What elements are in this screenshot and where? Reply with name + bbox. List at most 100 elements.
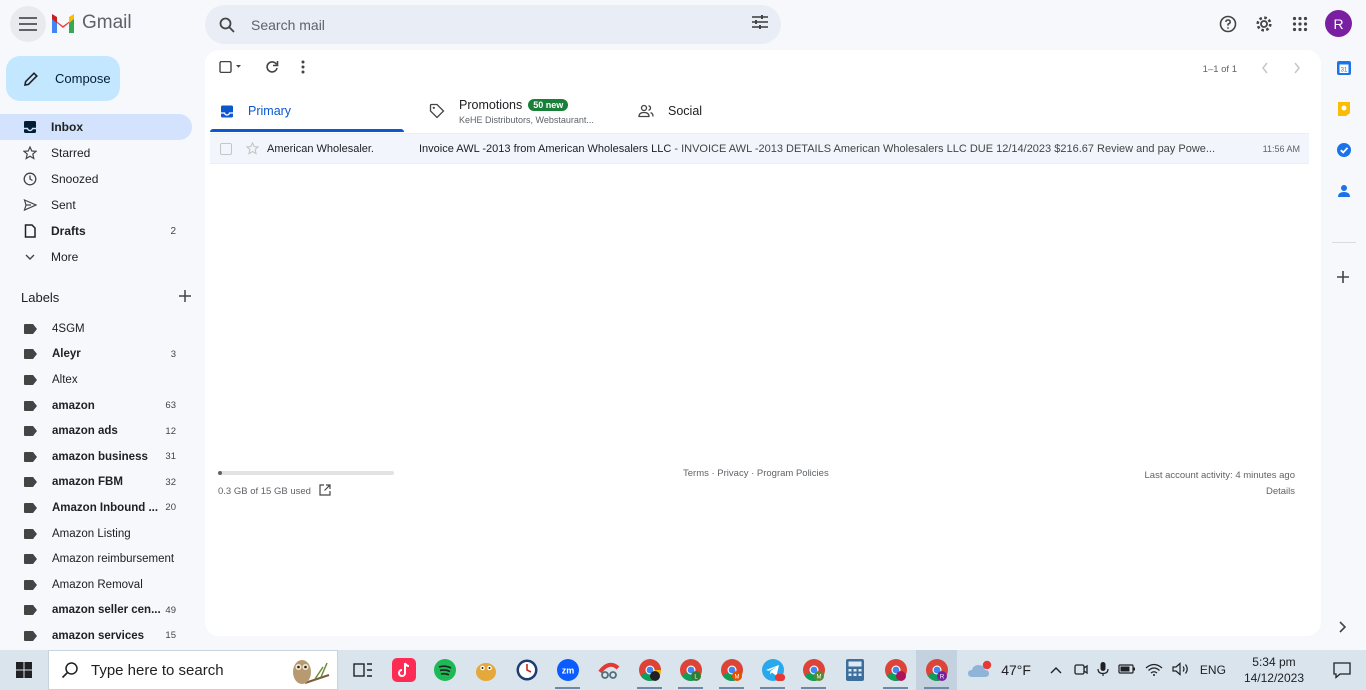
label-count: 12 [165,425,176,437]
tab-promotions[interactable]: Promotions 50 new KeHE Distributors, Web… [419,90,628,132]
start-button[interactable] [0,650,48,690]
meet-now-icon[interactable] [1072,661,1088,680]
task-view-icon[interactable] [342,650,383,690]
battery-icon[interactable] [1118,662,1136,679]
tab-primary[interactable]: Primary [210,90,419,132]
input-language[interactable]: ENG [1200,663,1226,677]
sidebar-item-label: Drafts [51,224,86,238]
label-count: 49 [165,604,176,616]
compose-button[interactable]: Compose [6,56,120,101]
chrome-profile-s-icon[interactable] [875,650,916,690]
sidebar-item-more[interactable]: More [0,244,192,270]
next-page-icon[interactable] [1293,62,1301,77]
calculator-icon[interactable] [834,650,875,690]
side-panel-apps: 31 [1330,60,1358,202]
label-item[interactable]: amazon business 31 [0,444,192,470]
label-name: Amazon reimbursement [52,553,175,566]
gmail-logo-text: Gmail [82,12,132,33]
add-addon-icon[interactable] [1335,269,1351,288]
wifi-icon[interactable] [1145,662,1163,679]
taskbar-clock[interactable]: 5:34 pm 14/12/2023 [1244,654,1304,686]
snipping-tool-icon[interactable] [588,650,629,690]
sidebar-item-snoozed[interactable]: Snoozed [0,166,192,192]
label-tag-icon [24,502,37,513]
footer-links[interactable]: Terms · Privacy · Program Policies [683,468,829,479]
label-tag-icon [24,451,37,462]
spotify-icon[interactable] [424,650,465,690]
storage-meter: 0.3 GB of 15 GB used [218,471,394,499]
sidebar-item-sent[interactable]: Sent [0,192,192,218]
label-item[interactable]: amazon ads 12 [0,418,192,444]
gmail-logo[interactable]: Gmail [50,12,132,34]
contacts-icon[interactable] [1337,183,1351,202]
show-hidden-icons-icon[interactable] [1049,662,1063,678]
header-actions: R [1217,10,1352,37]
refresh-icon[interactable] [265,60,279,74]
sidebar-nav: Inbox Starred Snoozed Sent Drafts 2 More [0,114,200,270]
sidebar-item-label: More [51,250,79,264]
search-options-icon[interactable] [751,14,769,33]
settings-gear-icon[interactable] [1253,13,1275,35]
label-name: Aleyr [52,348,81,361]
prev-page-icon[interactable] [1261,62,1269,77]
email-row[interactable]: American Wholesaler. Invoice AWL -2013 f… [210,133,1309,164]
sidebar-item-drafts[interactable]: Drafts 2 [0,218,192,244]
label-item[interactable]: amazon seller cen... 49 [0,598,192,624]
add-label-icon[interactable] [179,290,191,305]
sidebar-item-inbox[interactable]: Inbox [0,114,192,140]
label-item[interactable]: amazon FBM 32 [0,470,192,496]
label-item[interactable]: Amazon Removal [0,572,192,598]
label-tag-icon [24,400,37,411]
notifications-icon[interactable] [1324,661,1360,679]
label-item[interactable]: amazon services 15 [0,623,192,649]
tasks-icon[interactable] [1336,142,1352,161]
zoom-icon[interactable]: zm [547,650,588,690]
select-all-checkbox[interactable] [219,61,243,73]
email-checkbox[interactable] [220,142,232,155]
calendar-icon[interactable]: 31 [1336,60,1352,79]
telegram-icon[interactable] [752,650,793,690]
label-item[interactable]: Amazon Inbound ... 20 [0,495,192,521]
chrome-profile-m-icon[interactable]: M [711,650,752,690]
search-input[interactable] [251,16,731,33]
label-item[interactable]: Amazon Listing [0,521,192,547]
star-icon[interactable] [245,142,259,156]
label-count: 3 [170,348,176,360]
chrome-profile-m2-icon[interactable]: M [793,650,834,690]
search-icon[interactable] [217,15,237,35]
label-item[interactable]: Amazon reimbursement [0,546,192,572]
more-vert-icon[interactable] [301,60,305,74]
email-time: 11:56 AM [1262,143,1300,154]
show-side-panel-icon[interactable] [1337,620,1347,637]
clock-icon [22,171,38,187]
label-item[interactable]: 4SGM [0,316,192,342]
taskbar-search[interactable]: Type here to search [48,650,338,690]
label-item[interactable]: Altex [0,367,192,393]
clock-time: 5:34 pm [1252,655,1296,669]
label-item[interactable]: Aleyr 3 [0,342,192,368]
chrome-profile-1-icon[interactable] [629,650,670,690]
game-app-icon[interactable] [465,650,506,690]
account-avatar[interactable]: R [1325,10,1352,37]
weather-widget[interactable]: 47°F [967,660,1031,680]
tiktok-icon[interactable] [383,650,424,690]
chrome-profile-l-icon[interactable]: L [670,650,711,690]
volume-icon[interactable] [1172,661,1190,679]
microphone-icon[interactable] [1097,661,1109,680]
clock-app-icon[interactable] [506,650,547,690]
main-menu-button[interactable] [10,6,46,42]
storage-bar [218,471,394,475]
apps-grid-icon[interactable] [1289,13,1311,35]
help-icon[interactable] [1217,13,1239,35]
windows-logo-icon [16,662,32,678]
open-in-new-icon[interactable] [319,484,331,499]
chrome-profile-r-icon[interactable]: R [916,650,957,690]
tab-social[interactable]: Social [628,90,808,132]
label-name: amazon ads [52,425,118,438]
label-tag-icon [24,374,37,385]
search-bar[interactable] [205,5,781,44]
sidebar-item-starred[interactable]: Starred [0,140,192,166]
details-link[interactable]: Details [1145,484,1295,500]
label-item[interactable]: amazon 63 [0,393,192,419]
keep-icon[interactable] [1337,101,1351,120]
